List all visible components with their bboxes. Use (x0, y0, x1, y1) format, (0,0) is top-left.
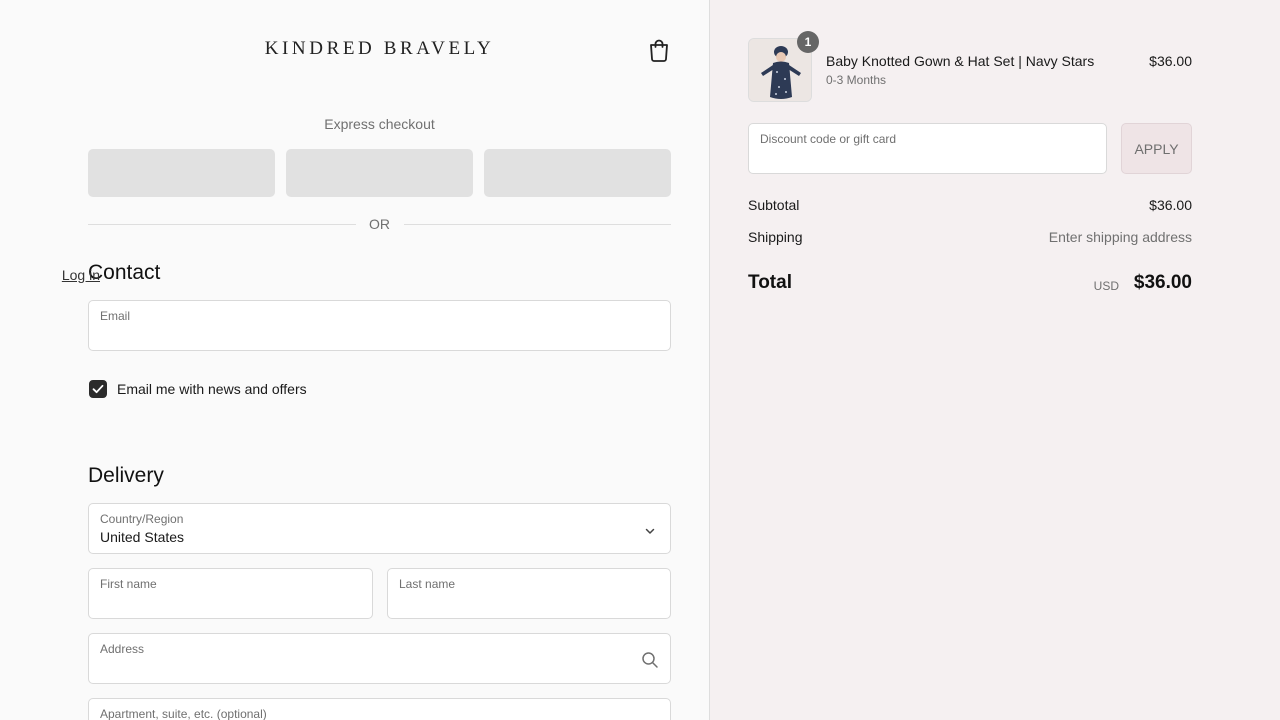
order-summary-panel (710, 0, 1280, 720)
checkmark-icon (92, 384, 104, 394)
country-select[interactable]: Country/Region United States (88, 503, 671, 554)
express-pay-button-1[interactable] (88, 149, 275, 197)
product-name: Baby Knotted Gown & Hat Set | Navy Stars (826, 53, 1095, 69)
or-divider: OR (88, 216, 671, 234)
address-field[interactable]: Address (88, 633, 671, 684)
brand-logo[interactable]: KINDRED BRAVELY (88, 38, 671, 60)
total-label: Total (748, 272, 792, 293)
address-label: Address (100, 642, 145, 656)
apply-discount-button[interactable]: APPLY (1121, 123, 1192, 174)
country-label: Country/Region (100, 512, 184, 526)
subtotal-label: Subtotal (748, 197, 800, 213)
first-name-label: First name (100, 577, 157, 591)
discount-code-field[interactable]: Discount code or gift card (748, 123, 1107, 174)
apartment-label: Apartment, suite, etc. (optional) (100, 707, 267, 720)
log-in-link[interactable]: Log in (62, 267, 100, 283)
chevron-down-icon (644, 524, 656, 536)
newsletter-checkbox[interactable] (89, 380, 107, 398)
divider-line-right (404, 224, 671, 225)
first-name-field[interactable]: First name (88, 568, 373, 619)
last-name-label: Last name (399, 577, 456, 591)
last-name-field[interactable]: Last name (387, 568, 671, 619)
delivery-heading: Delivery (88, 464, 164, 487)
apartment-field[interactable]: Apartment, suite, etc. (optional) (88, 698, 671, 720)
subtotal-value: $36.00 (1149, 197, 1192, 213)
shipping-label: Shipping (748, 229, 803, 245)
shopping-bag-icon[interactable] (648, 38, 670, 62)
express-pay-button-2[interactable] (286, 149, 473, 197)
product-price: $36.00 (1149, 53, 1192, 69)
checkout-form-panel: KINDRED BRAVELY Express checkout OR Cont… (0, 0, 709, 720)
total-value: $36.00 (1133, 272, 1192, 293)
product-variant: 0-3 Months (826, 73, 887, 87)
express-checkout-label: Express checkout (324, 116, 435, 132)
email-field-label: Email (100, 309, 131, 323)
shipping-value: Enter shipping address (1048, 229, 1192, 245)
search-icon[interactable] (641, 651, 659, 669)
total-currency: USD (1093, 279, 1119, 293)
quantity-badge: 1 (797, 31, 819, 53)
express-pay-button-3[interactable] (484, 149, 671, 197)
newsletter-label: Email me with news and offers (117, 381, 307, 397)
email-field[interactable]: Email (88, 300, 671, 351)
discount-code-label: Discount code or gift card (760, 132, 897, 146)
country-value: United States (100, 529, 185, 545)
